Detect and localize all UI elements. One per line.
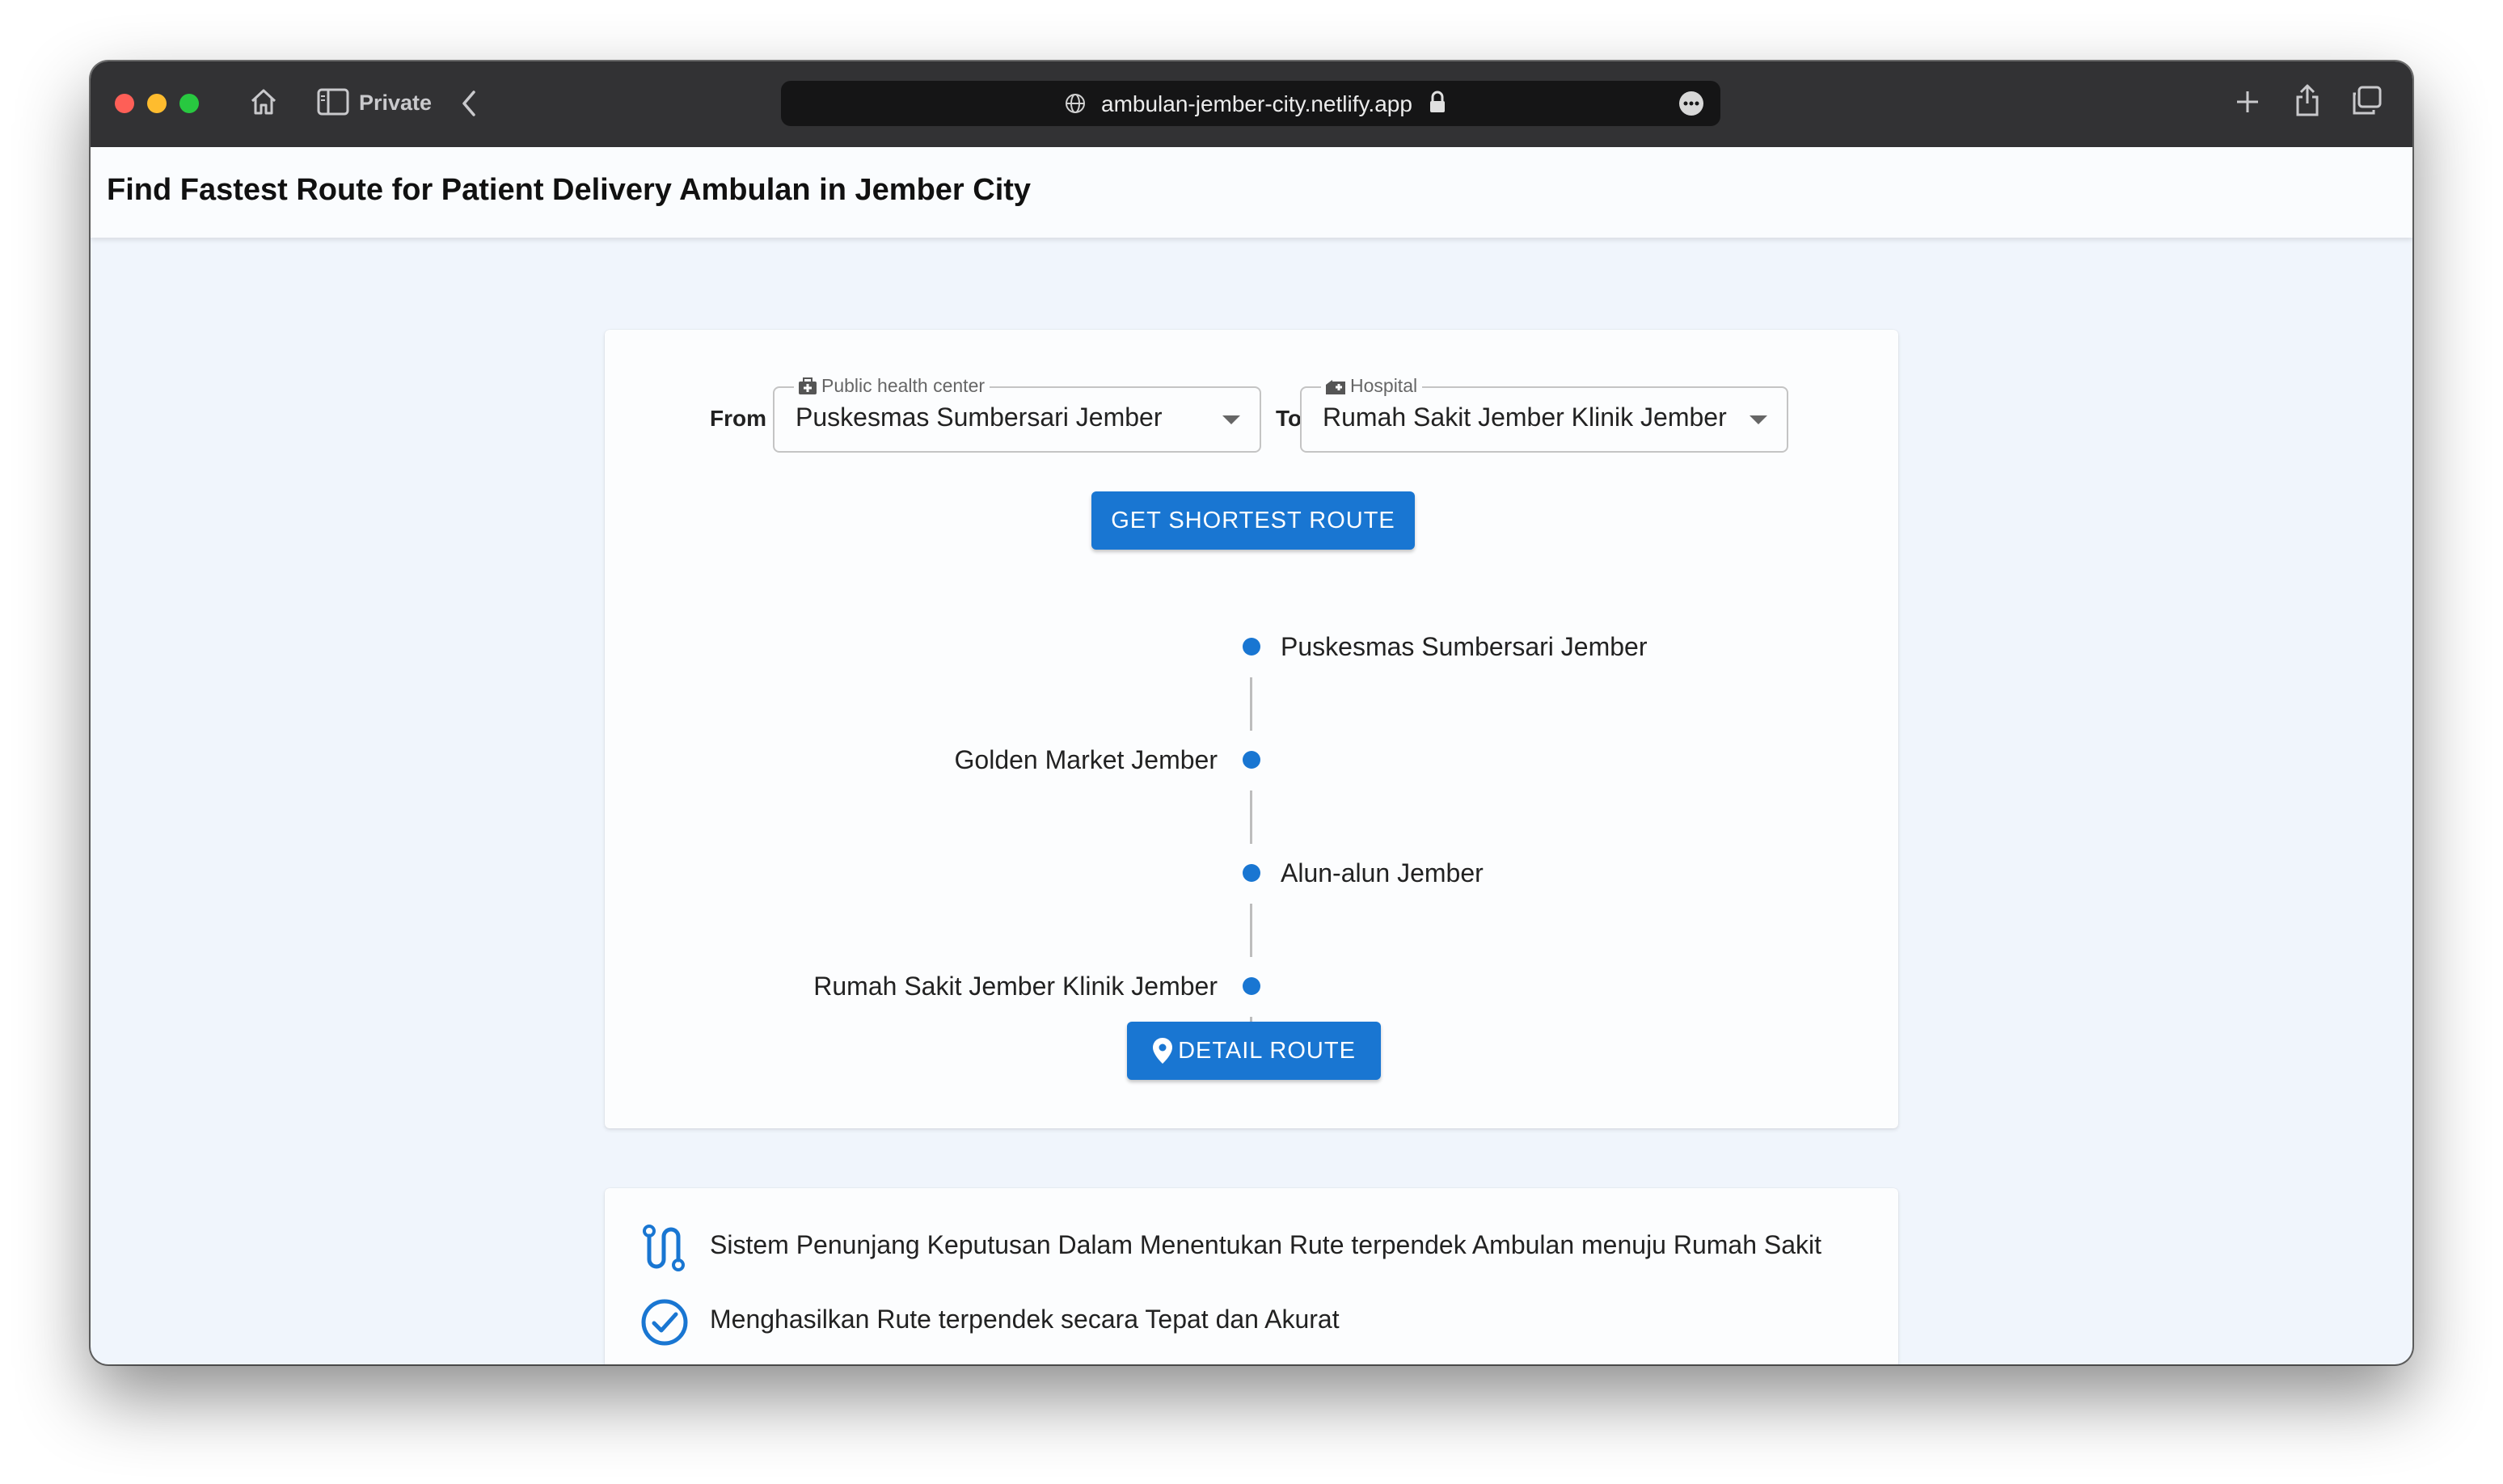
private-mode-label: Private [359,91,433,115]
chevron-down-icon [1750,415,1767,424]
to-label: To [1276,406,1302,431]
timeline-dot [1243,638,1260,656]
destination-select-legend: Hospital [1321,375,1423,397]
route-icon [643,1225,685,1271]
route-stop-3: Alun-alun Jember [1281,858,1484,887]
browser-window: Private ambulan-jember-city.netlify.app [91,61,2412,1364]
sidebar-icon[interactable] [317,87,349,116]
address-bar[interactable]: ambulan-jember-city.netlify.app [781,81,1720,126]
get-shortest-route-button[interactable]: GET SHORTEST ROUTE [1091,491,1415,550]
destination-select[interactable]: Hospital Rumah Sakit Jember Klinik Jembe… [1300,375,1788,453]
destination-select-value: Rumah Sakit Jember Klinik Jember [1323,403,1727,432]
share-icon[interactable] [2294,82,2320,116]
chevron-down-icon [1222,415,1240,424]
more-options-icon[interactable] [1678,91,1704,116]
route-stop-4: Rumah Sakit Jember Klinik Jember [813,972,1218,1001]
detail-route-label: DETAIL ROUTE [1178,1037,1356,1064]
features-card: Sistem Penunjang Keputusan Dalam Menentu… [605,1188,1898,1364]
origin-select-legend: Public health center [794,375,990,397]
close-window-button[interactable] [115,94,134,113]
from-label: From [710,406,766,431]
medical-bag-icon [799,377,817,394]
feature-route-text: Sistem Penunjang Keputusan Dalam Menentu… [710,1230,1822,1259]
hospital-icon [1326,379,1345,394]
new-tab-icon[interactable] [2235,89,2260,115]
location-pin-icon [1153,1038,1173,1064]
url-text: ambulan-jember-city.netlify.app [1101,91,1412,116]
page-title: Find Fastest Route for Patient Delivery … [107,173,1032,207]
destination-select-legend-text: Hospital [1350,375,1418,396]
globe-icon [1066,94,1085,113]
zoom-window-button[interactable] [179,94,199,113]
timeline-dot [1243,864,1260,882]
timeline-connector [1250,790,1252,844]
origin-select-value: Puskesmas Sumbersari Jember [796,403,1163,432]
tabs-overview-icon[interactable] [2351,86,2383,116]
route-stop-1: Puskesmas Sumbersari Jember [1281,632,1648,661]
timeline-connector [1250,677,1252,731]
minimize-window-button[interactable] [147,94,167,113]
origin-select-legend-text: Public health center [821,375,986,396]
home-icon[interactable] [247,86,280,118]
feature-accuracy-text: Menghasilkan Rute terpendek secara Tepat… [710,1305,1340,1334]
check-circle-icon [641,1299,688,1346]
timeline-dot [1243,751,1260,769]
back-icon[interactable] [459,89,479,118]
timeline-connector [1250,904,1252,957]
timeline-dot [1243,977,1260,995]
origin-select[interactable]: Public health center Puskesmas Sumbersar… [773,375,1261,453]
app-header: Find Fastest Route for Patient Delivery … [91,147,2412,238]
detail-route-button[interactable]: DETAIL ROUTE [1127,1022,1381,1080]
route-form-card: From Public health center Puskesmas Sumb… [605,330,1898,1128]
route-stop-2: Golden Market Jember [954,745,1218,774]
lock-icon [1430,91,1445,112]
browser-titlebar: Private ambulan-jember-city.netlify.app [91,61,2412,149]
